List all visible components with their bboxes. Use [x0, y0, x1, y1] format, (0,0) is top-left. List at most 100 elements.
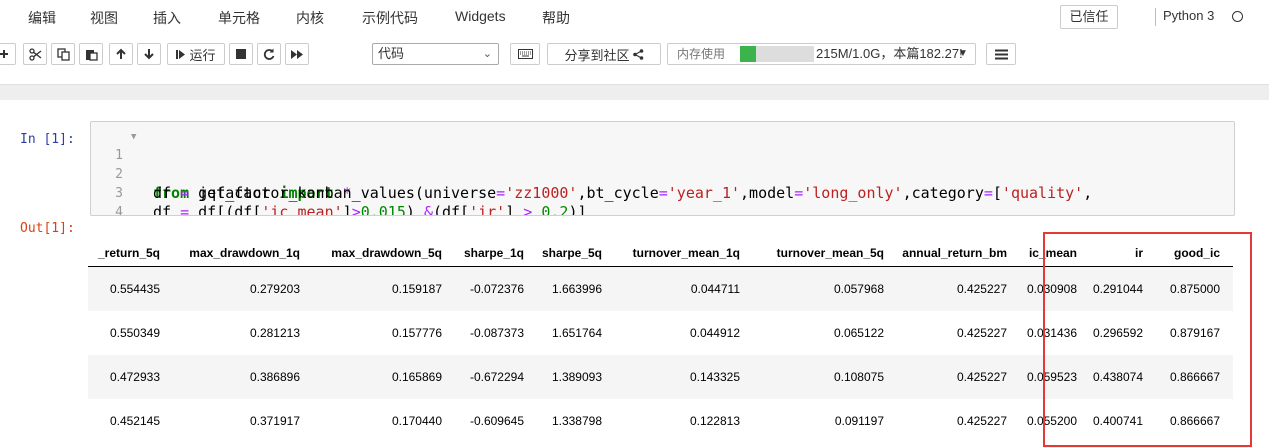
stop-icon: [236, 49, 246, 59]
table-cell: 0.143325: [689, 370, 740, 384]
code-line: 2 df = get_factor_kanban_values(universe…: [91, 146, 1092, 202]
table-cell: 0.425227: [956, 326, 1007, 340]
caret-down-icon: ▼: [958, 48, 968, 59]
kernel-idle-icon: [1232, 11, 1243, 22]
table-column-header[interactable]: sharpe_1q: [464, 246, 524, 260]
list-icon: [994, 49, 1008, 59]
table-cell: 0.157776: [391, 326, 442, 340]
code-line: 3 df = df[(df['ic_mean']>0.015) &(df['ir…: [91, 165, 586, 215]
arrow-up-icon: [116, 48, 126, 59]
table-cell: 0.044711: [690, 282, 740, 296]
cell-type-select[interactable]: 代码 ⌄: [372, 43, 499, 65]
trusted-badge[interactable]: 已信任: [1060, 5, 1118, 29]
scissors-icon: [28, 47, 41, 61]
add-cell-button[interactable]: [0, 43, 16, 65]
table-cell: 0.065122: [833, 326, 884, 340]
table-cell: 0.091197: [834, 414, 884, 428]
table-cell: 0.108075: [833, 370, 884, 384]
table-cell: -0.609645: [469, 414, 524, 428]
restart-icon: [263, 48, 275, 60]
output-prompt: Out[1]:: [20, 221, 75, 236]
table-column-header[interactable]: _return_5q: [98, 246, 160, 260]
table-cell: 0.425227: [956, 414, 1007, 428]
memory-usage-widget[interactable]: 内存使用 215M/1.0G，本篇182.27! ▼: [667, 43, 976, 65]
menu-kernel[interactable]: 内核: [296, 8, 324, 28]
table-cell: 0.472933: [109, 370, 160, 384]
step-forward-icon: [176, 49, 186, 59]
table-column-header[interactable]: turnover_mean_1q: [633, 246, 740, 260]
table-cell: 0.281213: [249, 326, 300, 340]
fast-forward-icon: [290, 49, 303, 59]
table-column-header[interactable]: annual_return_bm: [902, 246, 1007, 260]
table-cell: 1.338798: [551, 414, 602, 428]
table-column-header[interactable]: max_drawdown_5q: [331, 246, 442, 260]
memory-text: 215M/1.0G，本篇182.27!: [816, 46, 963, 61]
table-cell: 0.279203: [249, 282, 300, 296]
paste-icon: [85, 49, 98, 61]
plus-icon: [0, 50, 8, 58]
table-cell: 0.371917: [249, 414, 300, 428]
list-button[interactable]: [986, 43, 1016, 65]
restart-run-all-button[interactable]: [285, 43, 309, 65]
table-cell: 0.386896: [249, 370, 300, 384]
code-line: 1 ▼ from jqfactor import *: [91, 127, 352, 202]
table-cell: 0.554435: [109, 282, 160, 296]
move-down-button[interactable]: [137, 43, 161, 65]
table-cell: 0.452145: [109, 414, 160, 428]
cut-button[interactable]: [23, 43, 47, 65]
menu-help[interactable]: 帮助: [542, 8, 570, 28]
share-icon: [632, 48, 643, 60]
menu-widgets[interactable]: Widgets: [455, 8, 506, 24]
share-community-button[interactable]: 分享到社区: [547, 43, 661, 65]
memory-progress-fill: [740, 46, 756, 62]
table-cell: 0.425227: [956, 282, 1007, 296]
memory-label: 内存使用: [677, 47, 726, 61]
table-cell: 0.122813: [689, 414, 740, 428]
table-cell: 0.550349: [109, 326, 160, 340]
table-cell: 0.165869: [391, 370, 442, 384]
cell-type-value: 代码: [378, 46, 405, 61]
run-button[interactable]: 运行: [167, 43, 225, 65]
table-column-header[interactable]: max_drawdown_1q: [189, 246, 300, 260]
kernel-name: Python 3: [1163, 8, 1215, 23]
menu-insert[interactable]: 插入: [153, 8, 181, 28]
move-up-button[interactable]: [109, 43, 133, 65]
restart-button[interactable]: [257, 43, 281, 65]
table-cell: 1.651764: [551, 326, 602, 340]
table-cell: 1.663996: [551, 282, 602, 296]
table-cell: 1.389093: [551, 370, 602, 384]
line-number: 4: [115, 205, 123, 216]
input-prompt: In [1]:: [20, 132, 75, 147]
keyboard-shortcuts-button[interactable]: [510, 43, 540, 65]
memory-progress-bar: [740, 46, 814, 62]
copy-icon: [56, 47, 70, 61]
menu-edit[interactable]: 编辑: [28, 8, 56, 28]
toolbar: 运行 代码 ⌄ 分享到社区 内存使用 215M/1.0G，本篇182.27! ▼: [0, 34, 1269, 85]
table-cell: 0.057968: [833, 282, 884, 296]
code-text: df = df[(df['ic_mean']>0.015) &(df['ir']…: [153, 203, 587, 216]
menu-view[interactable]: 视图: [90, 8, 118, 28]
fold-triangle-icon[interactable]: ▼: [131, 128, 136, 147]
keyboard-icon: [517, 49, 533, 59]
menu-examples[interactable]: 示例代码: [362, 8, 418, 28]
interrupt-button[interactable]: [229, 43, 253, 65]
code-editor[interactable]: 1 ▼ from jqfactor import * 2 df = get_fa…: [90, 121, 1235, 216]
table-cell: 0.159187: [391, 282, 442, 296]
highlight-box: [1043, 232, 1252, 447]
chevron-down-icon: ⌄: [482, 48, 492, 60]
table-cell: -0.672294: [469, 370, 524, 384]
table-cell: -0.072376: [469, 282, 524, 296]
arrow-down-icon: [144, 49, 154, 60]
run-label: 运行: [189, 47, 216, 63]
menu-cell[interactable]: 单元格: [218, 8, 260, 28]
copy-button[interactable]: [51, 43, 75, 65]
table-column-header[interactable]: sharpe_5q: [542, 246, 602, 260]
table-cell: 0.170440: [391, 414, 442, 428]
table-column-header[interactable]: turnover_mean_5q: [777, 246, 884, 260]
share-label: 分享到社区: [564, 47, 630, 63]
table-cell: -0.087373: [469, 326, 524, 340]
kernel-separator: [1155, 8, 1156, 26]
paste-button[interactable]: [79, 43, 103, 65]
code-line: 4 df.sort_values(by='annual_return_5q',a…: [91, 184, 145, 215]
table-cell: 0.425227: [956, 370, 1007, 384]
